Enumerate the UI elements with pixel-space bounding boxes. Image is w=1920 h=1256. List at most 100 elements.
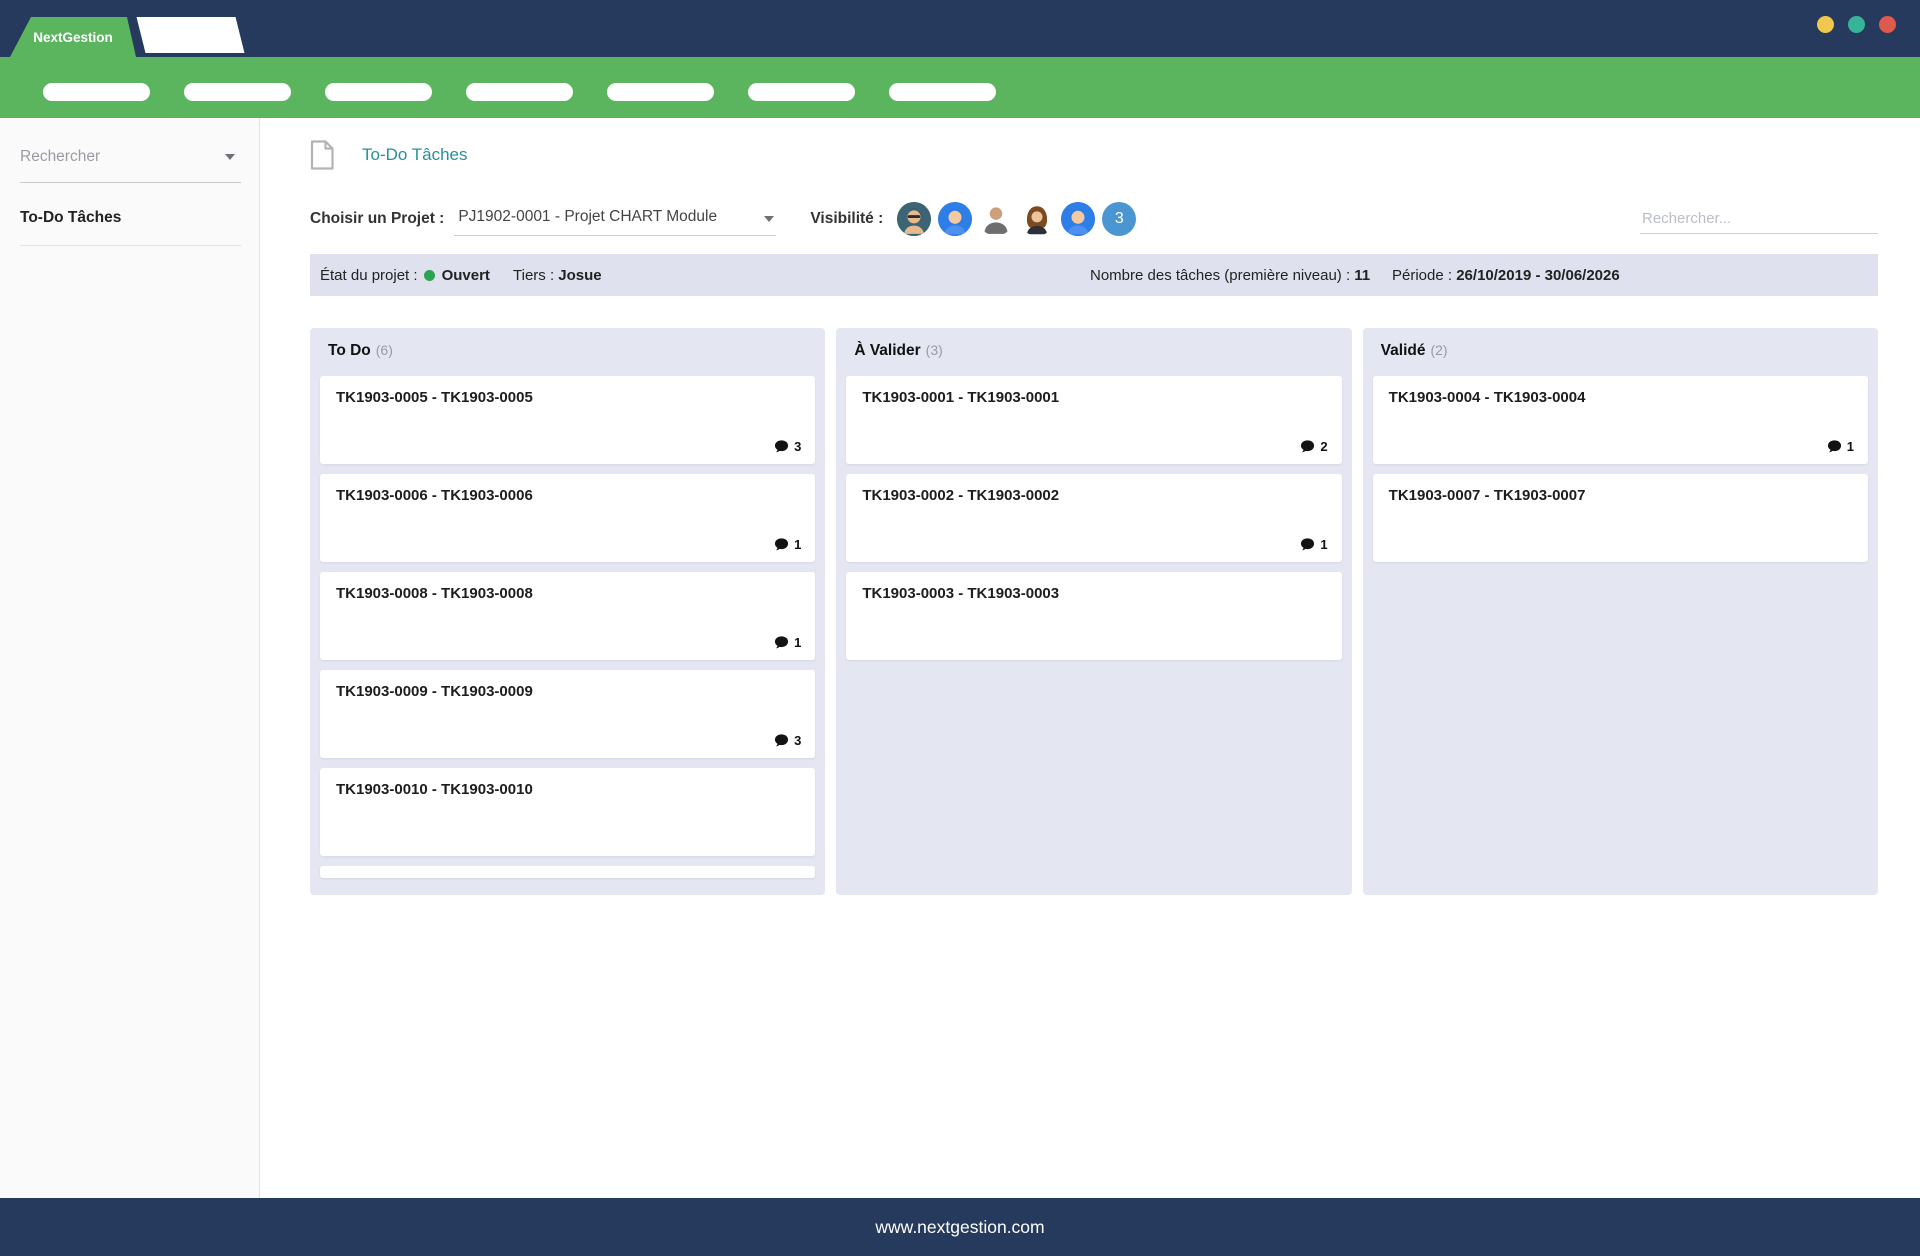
task-card[interactable]: TK1903-0005 - TK1903-0005 3: [320, 376, 815, 464]
column-count: (2): [1430, 342, 1447, 358]
avatar-user-3[interactable]: [979, 202, 1013, 236]
sidebar-item-todo-taches[interactable]: To-Do Tâches: [20, 209, 241, 246]
nav-item[interactable]: [184, 83, 291, 101]
nav-item[interactable]: [466, 83, 573, 101]
task-card-partial[interactable]: [320, 866, 815, 878]
column-header: To Do (6): [320, 342, 815, 376]
page-title-row: To-Do Tâches: [310, 140, 1878, 170]
kanban-column: À Valider(3)TK1903-0001 - TK1903-00012TK…: [836, 328, 1351, 895]
project-select-value: PJ1902-0001 - Projet CHART Module: [458, 208, 717, 225]
nav-item[interactable]: [325, 83, 432, 101]
avatar-user-4[interactable]: [1020, 202, 1054, 236]
avatar-user-2[interactable]: [938, 202, 972, 236]
task-card[interactable]: TK1903-0010 - TK1903-0010: [320, 768, 815, 856]
column-count: (3): [926, 342, 943, 358]
column-title: À Valider: [854, 342, 920, 359]
task-card-comments: 1: [1300, 537, 1327, 552]
comment-icon: [1300, 537, 1315, 552]
comment-icon: [774, 635, 789, 650]
task-card-comments: 1: [1827, 439, 1854, 454]
comment-icon: [1827, 439, 1842, 454]
secondary-tab[interactable]: [137, 17, 245, 53]
footer: www.nextgestion.com: [0, 1198, 1920, 1256]
comment-count: 1: [794, 635, 801, 650]
footer-url: www.nextgestion.com: [875, 1217, 1044, 1238]
sidebar-item-label: To-Do Tâches: [20, 209, 121, 226]
project-status-bar: État du projet :Ouvert Tiers : Josue Nom…: [310, 254, 1878, 296]
page-title: To-Do Tâches: [362, 145, 468, 165]
task-card-title: TK1903-0008 - TK1903-0008: [336, 585, 799, 602]
controls-row: Choisir un Projet : PJ1902-0001 - Projet…: [310, 202, 1878, 236]
comment-icon: [774, 733, 789, 748]
task-card-comments: 2: [1300, 439, 1327, 454]
teal-window-dot[interactable]: [1848, 16, 1865, 33]
nav-item[interactable]: [748, 83, 855, 101]
brand-logo-text: NextGestion: [33, 30, 113, 45]
brand-tab[interactable]: NextGestion: [10, 17, 136, 57]
top-bar: NextGestion: [0, 0, 1920, 57]
kanban-column: Validé(2)TK1903-0004 - TK1903-00041TK190…: [1363, 328, 1878, 895]
sidebar-search-select[interactable]: Rechercher: [20, 138, 241, 183]
task-card-title: TK1903-0009 - TK1903-0009: [336, 683, 799, 700]
task-card-title: TK1903-0010 - TK1903-0010: [336, 781, 799, 798]
comment-icon: [774, 439, 789, 454]
sidebar: Rechercher To-Do Tâches: [0, 118, 260, 1198]
task-search-input[interactable]: [1640, 204, 1878, 234]
nav-item[interactable]: [607, 83, 714, 101]
column-header: Validé(2): [1373, 342, 1868, 376]
task-card[interactable]: TK1903-0001 - TK1903-0001 2: [846, 376, 1341, 464]
visibility-avatars: 3: [897, 202, 1136, 236]
column-count: (6): [376, 342, 393, 358]
chevron-down-icon: [764, 216, 774, 222]
red-window-dot[interactable]: [1879, 16, 1896, 33]
task-card-title: TK1903-0001 - TK1903-0001: [862, 389, 1325, 406]
yellow-window-dot[interactable]: [1817, 16, 1834, 33]
project-task-count: Nombre des tâches (première niveau) : 11: [1090, 267, 1392, 284]
task-card[interactable]: TK1903-0006 - TK1903-0006 1: [320, 474, 815, 562]
comment-icon: [1300, 439, 1315, 454]
nav-item[interactable]: [43, 83, 150, 101]
task-card[interactable]: TK1903-0004 - TK1903-0004 1: [1373, 376, 1868, 464]
nav-item[interactable]: [889, 83, 996, 101]
more-users-badge[interactable]: 3: [1102, 202, 1136, 236]
task-card-title: TK1903-0005 - TK1903-0005: [336, 389, 799, 406]
chevron-down-icon: [225, 154, 235, 160]
task-card-comments: 3: [774, 439, 801, 454]
main-area: Rechercher To-Do Tâches To-Do Tâches Cho…: [0, 118, 1920, 1198]
task-card-title: TK1903-0006 - TK1903-0006: [336, 487, 799, 504]
status-dot-icon: [424, 270, 435, 281]
task-card-comments: 3: [774, 733, 801, 748]
main-nav: [0, 57, 1920, 118]
visibility-label: Visibilité :: [810, 210, 883, 228]
comment-count: 3: [794, 439, 801, 454]
window-buttons: [1817, 16, 1896, 33]
project-select-label: Choisir un Projet :: [310, 210, 444, 228]
task-card-title: TK1903-0004 - TK1903-0004: [1389, 389, 1852, 406]
task-card[interactable]: TK1903-0008 - TK1903-0008 1: [320, 572, 815, 660]
task-card[interactable]: TK1903-0002 - TK1903-0002 1: [846, 474, 1341, 562]
column-header: À Valider (3): [846, 342, 1341, 376]
sidebar-search-placeholder: Rechercher: [20, 148, 100, 165]
comment-count: 1: [1847, 439, 1854, 454]
comment-count: 2: [1320, 439, 1327, 454]
column-title: Validé: [1381, 342, 1426, 359]
column-title: To Do: [328, 342, 371, 359]
project-tiers: Tiers : Josue: [513, 267, 1090, 284]
task-card-title: TK1903-0003 - TK1903-0003: [862, 585, 1325, 602]
task-card-title: TK1903-0007 - TK1903-0007: [1389, 487, 1852, 504]
task-card-title: TK1903-0002 - TK1903-0002: [862, 487, 1325, 504]
comment-icon: [774, 537, 789, 552]
task-card[interactable]: TK1903-0007 - TK1903-0007: [1373, 474, 1868, 562]
comment-count: 1: [794, 537, 801, 552]
project-state: État du projet :Ouvert: [320, 267, 513, 284]
task-card-comments: 1: [774, 635, 801, 650]
task-card-comments: 1: [774, 537, 801, 552]
document-icon: [310, 140, 334, 170]
avatar-user-1[interactable]: [897, 202, 931, 236]
avatar-user-5[interactable]: [1061, 202, 1095, 236]
project-select[interactable]: PJ1902-0001 - Projet CHART Module: [454, 202, 776, 236]
task-card[interactable]: TK1903-0003 - TK1903-0003: [846, 572, 1341, 660]
kanban-column: To Do(6)TK1903-0005 - TK1903-00053TK1903…: [310, 328, 825, 895]
task-card[interactable]: TK1903-0009 - TK1903-0009 3: [320, 670, 815, 758]
content: To-Do Tâches Choisir un Projet : PJ1902-…: [260, 118, 1920, 1198]
